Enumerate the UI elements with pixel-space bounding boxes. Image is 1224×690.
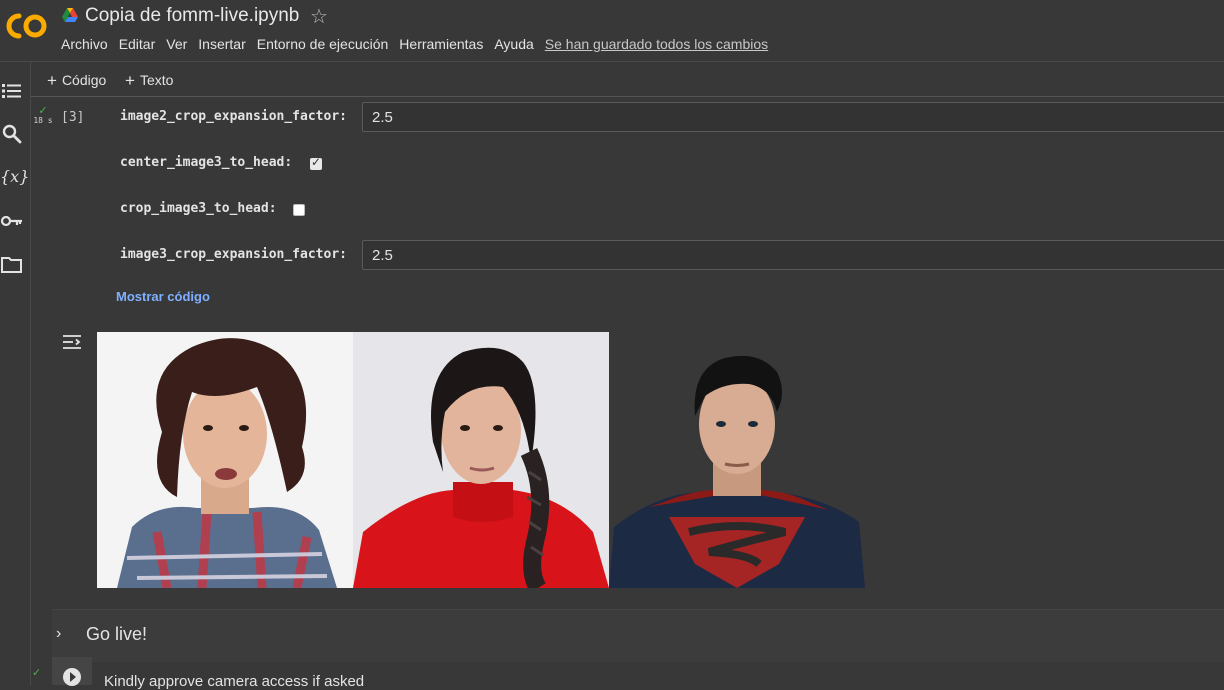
curly-haired-woman-portrait	[97, 332, 353, 588]
colab-logo[interactable]	[3, 10, 49, 42]
menu-bar: Archivo Editar Ver Insertar Entorno de ejecu…	[61, 36, 768, 54]
check-icon: ✓	[32, 667, 42, 679]
key-icon[interactable]	[0, 209, 24, 233]
crop-image3-checkbox[interactable]	[293, 204, 305, 216]
cell-output-text: Kindly approve camera access if asked	[104, 673, 365, 690]
google-drive-icon[interactable]	[62, 8, 78, 22]
menu-herramientas[interactable]: Herramientas	[399, 36, 483, 52]
search-icon[interactable]	[0, 122, 24, 146]
add-code-label: Código	[61, 72, 107, 88]
notebook-toolbar: + Código + Texto	[31, 62, 1224, 97]
text-cell[interactable]	[52, 609, 1224, 662]
table-of-contents-icon[interactable]	[0, 79, 24, 103]
image2-crop-label: image2_crop_expansion_factor:	[120, 109, 347, 124]
menu-ayuda[interactable]: Ayuda	[494, 36, 533, 52]
image2-crop-input[interactable]: 2.5	[362, 102, 1224, 132]
save-status-link[interactable]: Se han guardado todos los cambios	[545, 36, 768, 52]
menu-ver[interactable]: Ver	[166, 36, 187, 52]
output-actions-icon[interactable]	[61, 332, 83, 352]
menu-editar[interactable]: Editar	[119, 36, 156, 52]
check-icon: ✓	[38, 105, 48, 117]
add-text-label: Texto	[139, 72, 174, 88]
left-rail: {x}	[0, 62, 31, 685]
chevron-right-icon[interactable]: ›	[56, 625, 61, 643]
image3-crop-input[interactable]: 2.5	[362, 240, 1224, 270]
menu-entorno[interactable]: Entorno de ejecución	[257, 36, 389, 52]
cell-run-status[interactable]: ✓	[32, 667, 42, 679]
add-code-button[interactable]: + Código	[47, 70, 106, 90]
menu-archivo[interactable]: Archivo	[61, 36, 108, 52]
execution-count: [3]	[61, 110, 85, 125]
cell-run-status[interactable]: ✓ 18 s	[32, 105, 54, 126]
crop-image3-label: crop_image3_to_head:	[120, 201, 277, 216]
folder-icon[interactable]	[0, 253, 24, 277]
notebook-title[interactable]: Copia de fomm-live.ipynb	[85, 5, 299, 27]
show-code-link[interactable]: Mostrar código	[116, 289, 210, 304]
cell-duration: 18 s	[33, 116, 53, 125]
superhero-portrait	[609, 332, 865, 588]
add-text-button[interactable]: + Texto	[125, 70, 173, 90]
variables-icon[interactable]: {x}	[0, 167, 29, 191]
star-outline-icon[interactable]: ☆	[310, 4, 328, 29]
plus-icon: +	[47, 71, 57, 90]
run-cell-button[interactable]	[63, 668, 81, 686]
menu-insertar[interactable]: Insertar	[198, 36, 245, 52]
woman-with-braid-portrait	[353, 332, 609, 588]
plus-icon: +	[125, 71, 135, 90]
section-title: Go live!	[86, 624, 148, 644]
center-image3-label: center_image3_to_head:	[120, 155, 293, 170]
app-header: Copia de fomm-live.ipynb ☆ Archivo Editar…	[0, 0, 1224, 62]
image3-crop-label: image3_crop_expansion_factor:	[120, 247, 347, 262]
center-image3-checkbox[interactable]	[310, 155, 322, 170]
